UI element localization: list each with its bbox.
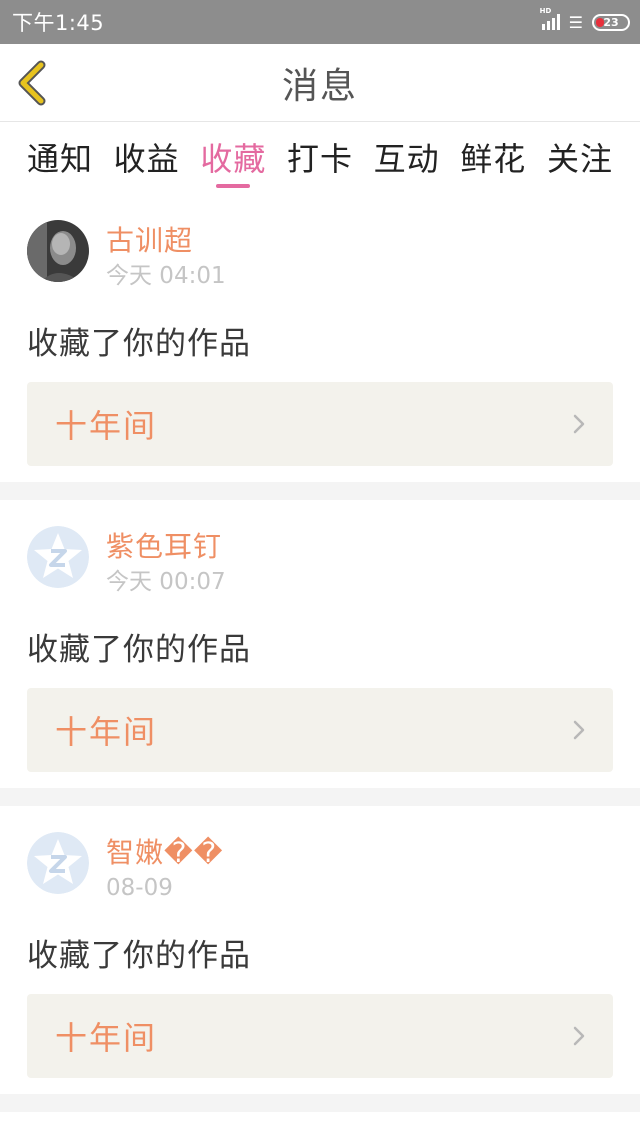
tab-flowers[interactable]: 鲜花: [460, 134, 526, 188]
tab-earnings[interactable]: 收益: [114, 134, 180, 188]
back-arrow-icon[interactable]: [14, 60, 54, 106]
user-name[interactable]: 古训超: [106, 222, 226, 260]
message-time: 08-09: [106, 875, 173, 901]
tab-bar: 通知 收益 收藏 打卡 互动 鲜花 关注: [0, 122, 640, 194]
message-card: 紫色耳钉 今天 00:07 收藏了你的作品 十年间: [0, 500, 640, 788]
page-title: 消息: [281, 65, 358, 107]
status-time: 下午1:45: [12, 11, 105, 35]
user-avatar[interactable]: [27, 220, 89, 282]
user-avatar[interactable]: [27, 832, 89, 894]
chevron-right-icon: [573, 720, 585, 740]
message-card: 智嫩�� 08-09 收藏了你的作品 十年间: [0, 806, 640, 1094]
work-link[interactable]: 十年间: [27, 688, 613, 772]
action-text: 收藏了你的作品: [27, 632, 251, 668]
work-title: 十年间: [55, 407, 158, 445]
tab-favorites[interactable]: 收藏: [200, 134, 266, 188]
work-link[interactable]: 十年间: [27, 382, 613, 466]
nav-bar: 消息: [0, 44, 640, 122]
divider: [0, 788, 640, 806]
tab-notifications[interactable]: 通知: [27, 134, 93, 188]
work-title: 十年间: [55, 1019, 158, 1057]
signal-icon: HD: [540, 7, 560, 30]
chevron-right-icon: [573, 414, 585, 434]
tab-interactions[interactable]: 互动: [374, 134, 440, 188]
user-row: 紫色耳钉 今天 00:07: [27, 526, 613, 606]
status-bar: 下午1:45 HD ☰ 23: [0, 0, 640, 44]
message-time: 今天 04:01: [106, 263, 226, 289]
user-row: 智嫩�� 08-09: [27, 832, 613, 912]
chevron-right-icon: [573, 1026, 585, 1046]
user-avatar[interactable]: [27, 526, 89, 588]
user-name[interactable]: 紫色耳钉: [106, 528, 226, 566]
user-name[interactable]: 智嫩��: [106, 834, 223, 872]
status-icons: HD ☰ 23: [540, 7, 630, 32]
wifi-icon: ☰: [568, 12, 583, 32]
work-title: 十年间: [55, 713, 158, 751]
action-text: 收藏了你的作品: [27, 938, 251, 974]
message-card: 古训超 今天 04:01 收藏了你的作品 十年间: [0, 194, 640, 482]
tab-follows[interactable]: 关注: [547, 134, 613, 188]
divider: [0, 1094, 640, 1112]
tab-checkin[interactable]: 打卡: [287, 134, 353, 188]
message-time: 今天 00:07: [106, 569, 226, 595]
action-text: 收藏了你的作品: [27, 326, 251, 362]
battery-icon: 23: [592, 13, 630, 31]
work-link[interactable]: 十年间: [27, 994, 613, 1078]
user-row: 古训超 今天 04:01: [27, 220, 613, 300]
divider: [0, 482, 640, 500]
battery-level: 23: [603, 15, 619, 29]
